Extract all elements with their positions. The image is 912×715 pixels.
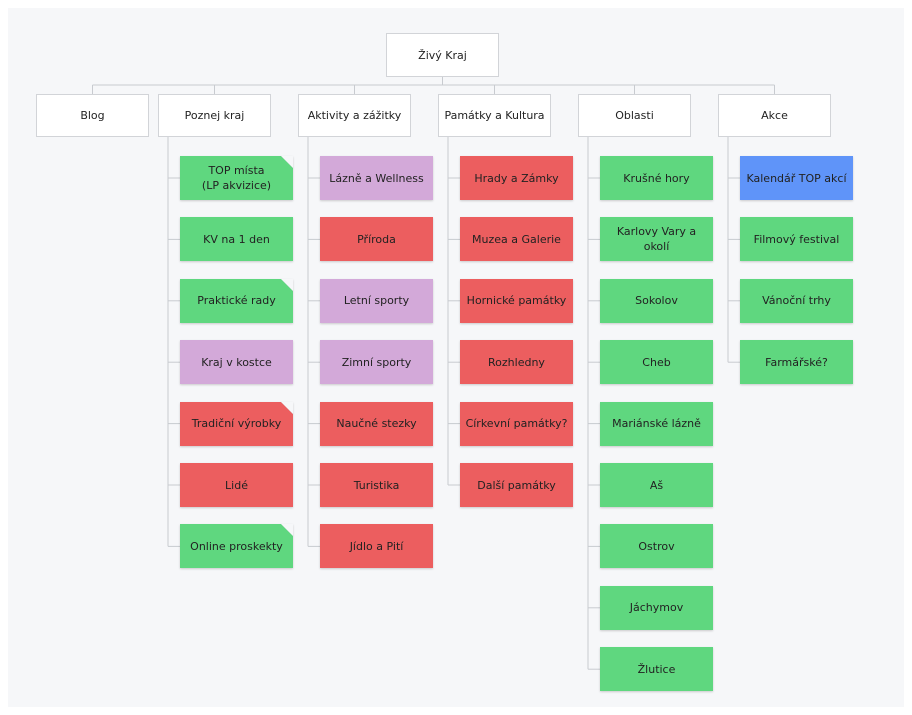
card-label: Ostrov — [638, 539, 675, 553]
card-label: Kalendář TOP akcí — [746, 171, 847, 185]
column-header-label: Blog — [80, 109, 105, 122]
card-label: Rozhledny — [488, 355, 545, 369]
sticky-note-card[interactable]: Jáchymov — [600, 585, 713, 630]
sticky-note-card[interactable]: Aš — [600, 463, 713, 507]
sticky-note-card[interactable]: Muzea a Galerie — [460, 217, 573, 262]
column-header-akce[interactable]: Akce — [718, 94, 831, 137]
sticky-note-card[interactable]: Cheb — [600, 340, 713, 385]
sticky-note-card[interactable]: Žlutice — [600, 647, 713, 692]
sticky-note-card[interactable]: Lidé — [180, 463, 293, 507]
card-label: Praktické rady — [197, 294, 276, 308]
card-label: Vánoční trhy — [762, 294, 831, 308]
column-header-label: Oblasti — [615, 109, 654, 122]
sticky-note-card[interactable]: Zimní sporty — [320, 340, 433, 385]
card-label: Aš — [649, 478, 664, 492]
sticky-note-card[interactable]: Kraj v kostce — [180, 340, 293, 385]
column-header-label: Památky a Kultura — [444, 109, 545, 122]
card-label: Kraj v kostce — [201, 355, 272, 369]
card-label: Naučné stezky — [336, 417, 417, 431]
card-label: TOP místa (LP akvizice) — [201, 164, 272, 192]
sitemap-canvas: Živý Kraj Blog Poznej kraj TOP místa (LP a… — [8, 8, 904, 707]
card-label: Sokolov — [635, 294, 678, 308]
card-label: KV na 1 den — [203, 232, 270, 246]
sticky-note-card[interactable]: Hrady a Zámky — [460, 156, 573, 200]
card-label: Tradiční výrobky — [191, 417, 282, 431]
card-label: Lázně a Wellness — [329, 171, 424, 185]
card-label: Příroda — [357, 232, 396, 246]
card-label: Filmový festival — [753, 232, 840, 246]
column-header-aktivity[interactable]: Aktivity a zážitky — [298, 94, 411, 137]
card-label: Muzea a Galerie — [472, 232, 561, 246]
sticky-note-card[interactable]: Turistika — [320, 463, 433, 507]
sticky-note-card[interactable]: Církevní památky? — [460, 401, 573, 446]
sticky-note-card[interactable]: Kalendář TOP akcí — [740, 156, 853, 200]
card-label: Hrady a Zámky — [474, 171, 559, 185]
sticky-note-card[interactable]: Mariánské lázně — [600, 401, 713, 446]
sticky-note-card[interactable]: Karlovy Vary a okolí — [600, 217, 713, 262]
card-label: Mariánské lázně — [612, 417, 701, 431]
card-label: Turistika — [353, 478, 400, 492]
card-label: Karlovy Vary a okolí — [616, 225, 697, 254]
sticky-note-card[interactable]: Vánoční trhy — [740, 278, 853, 323]
sticky-note-card[interactable]: Sokolov — [600, 278, 713, 323]
sticky-note-card[interactable]: Krušné hory — [600, 156, 713, 200]
root-label: Živý Kraj — [418, 48, 467, 62]
card-label: Farmářské? — [765, 355, 828, 369]
column-header-label: Poznej kraj — [184, 109, 245, 122]
card-label: Cheb — [642, 355, 671, 369]
column-header-poznej-kraj[interactable]: Poznej kraj — [158, 94, 271, 137]
sticky-note-card[interactable]: KV na 1 den — [180, 217, 293, 262]
column-header-pamatky[interactable]: Památky a Kultura — [438, 94, 551, 137]
card-label: Žlutice — [637, 662, 676, 676]
card-label: Online proskekty — [190, 539, 283, 553]
sticky-note-card[interactable]: Hornické památky — [460, 278, 573, 323]
sticky-note-card[interactable]: Letní sporty — [320, 278, 433, 323]
card-label: Církevní památky? — [465, 417, 568, 431]
sticky-note-card[interactable]: TOP místa (LP akvizice) — [180, 156, 293, 200]
column-header-label: Akce — [761, 109, 788, 122]
card-label: Jídlo a Pití — [349, 539, 404, 553]
column-header-oblasti[interactable]: Oblasti — [578, 94, 691, 137]
sticky-note-card[interactable]: Farmářské? — [740, 340, 853, 385]
sticky-note-card[interactable]: Rozhledny — [460, 340, 573, 385]
sticky-note-card[interactable]: Lázně a Wellness — [320, 156, 433, 200]
card-label: Krušné hory — [623, 171, 690, 185]
sticky-note-card[interactable]: Další památky — [460, 463, 573, 507]
card-label: Letní sporty — [343, 294, 410, 308]
root-node[interactable]: Živý Kraj — [386, 33, 499, 77]
card-label: Lidé — [225, 478, 248, 492]
column-header-label: Aktivity a zážitky — [307, 109, 402, 122]
column-header-blog[interactable]: Blog — [36, 94, 149, 137]
sticky-note-card[interactable]: Ostrov — [600, 524, 713, 569]
sticky-note-card[interactable]: Praktické rady — [180, 278, 293, 323]
card-label: Jáchymov — [629, 601, 684, 615]
sticky-note-card[interactable]: Filmový festival — [740, 217, 853, 262]
card-label: Zimní sporty — [341, 355, 412, 369]
card-label: Hornické památky — [466, 294, 567, 308]
sticky-note-card[interactable]: Online proskekty — [180, 524, 293, 569]
sticky-note-card[interactable]: Naučné stezky — [320, 401, 433, 446]
sticky-note-card[interactable]: Tradiční výrobky — [180, 401, 293, 446]
card-label: Další památky — [477, 478, 556, 492]
sticky-note-card[interactable]: Příroda — [320, 217, 433, 262]
sticky-note-card[interactable]: Jídlo a Pití — [320, 524, 433, 569]
